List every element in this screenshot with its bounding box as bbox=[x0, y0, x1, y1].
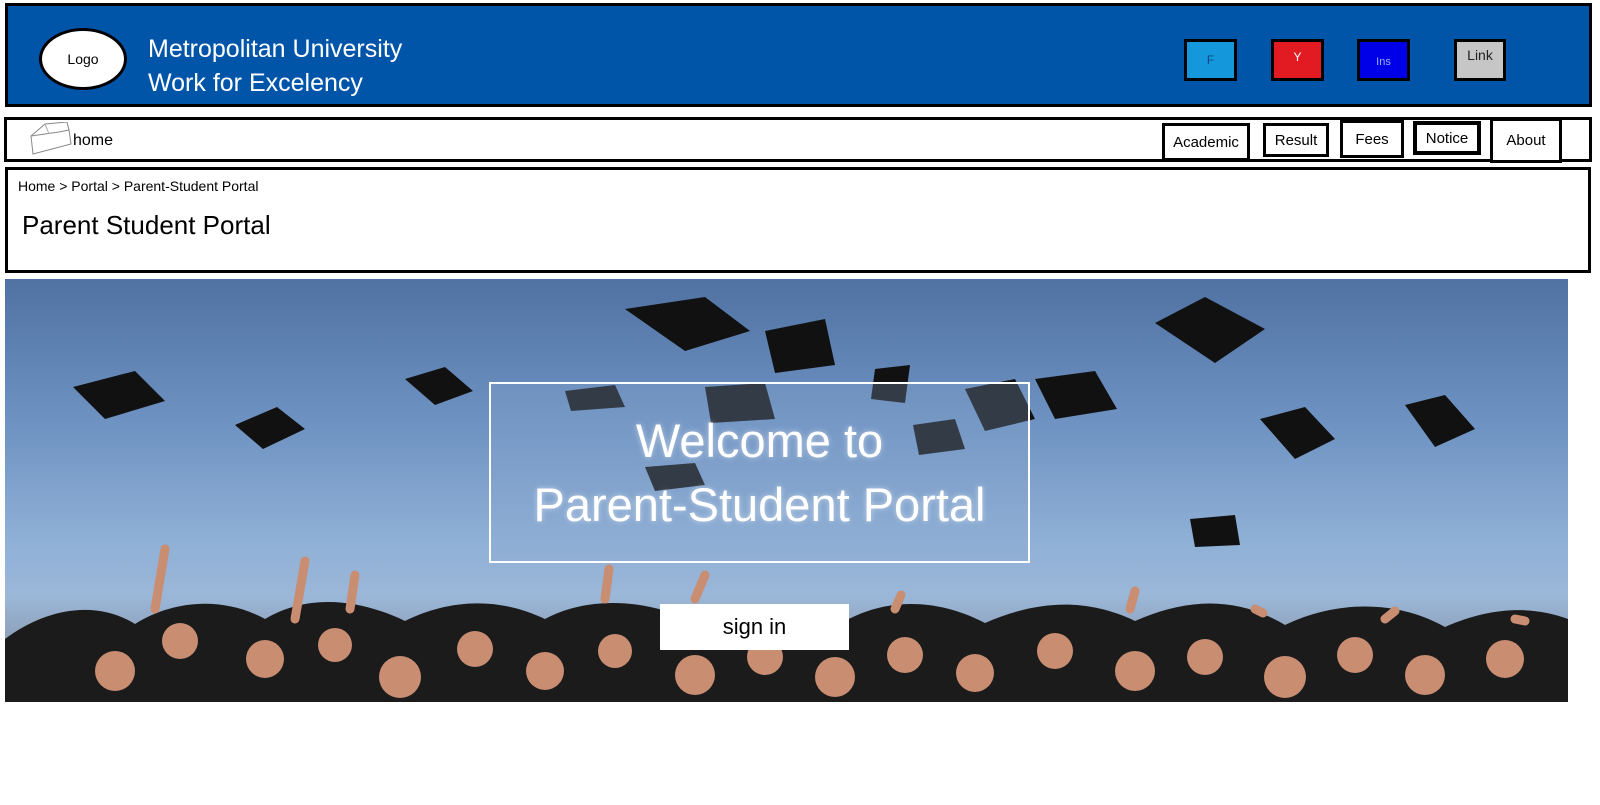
page-header: Home > Portal > Parent-Student Portal Pa… bbox=[5, 167, 1591, 273]
home-icon[interactable] bbox=[29, 122, 73, 158]
linkedin-label: Link bbox=[1467, 47, 1493, 63]
page-title: Parent Student Portal bbox=[22, 210, 271, 240]
breadcrumb[interactable]: Home > Portal > Parent-Student Portal bbox=[18, 178, 258, 194]
nav-home-link[interactable]: home bbox=[73, 132, 113, 150]
facebook-label: F bbox=[1206, 53, 1215, 67]
sign-in-button[interactable]: sign in bbox=[660, 604, 849, 650]
nav-academic[interactable]: Academic bbox=[1162, 123, 1250, 161]
welcome-line-1: Welcome to bbox=[635, 413, 884, 467]
university-tagline: Work for Excelency bbox=[148, 69, 363, 97]
nav-fees[interactable]: Fees bbox=[1340, 120, 1404, 158]
nav-result[interactable]: Result bbox=[1263, 123, 1329, 157]
welcome-line-2: Parent-Student Portal bbox=[533, 477, 986, 531]
welcome-banner: Welcome to Parent-Student Portal bbox=[489, 382, 1030, 563]
logo-label: Logo bbox=[67, 51, 99, 67]
linkedin-icon[interactable]: Link bbox=[1454, 39, 1506, 81]
site-header: Logo Metropolitan University Work for Ex… bbox=[5, 3, 1592, 107]
instagram-label: Ins bbox=[1376, 56, 1391, 68]
youtube-icon[interactable]: Y bbox=[1271, 39, 1324, 81]
hero-banner: Welcome to Parent-Student Portal sign in bbox=[5, 279, 1568, 702]
main-nav: home Academic Result Fees Notice About bbox=[4, 117, 1592, 163]
university-name: Metropolitan University bbox=[148, 35, 403, 63]
instagram-icon[interactable]: Ins bbox=[1357, 39, 1410, 81]
nav-about[interactable]: About bbox=[1490, 118, 1562, 163]
facebook-icon[interactable]: F bbox=[1184, 39, 1237, 81]
logo[interactable]: Logo bbox=[39, 28, 127, 90]
university-branding: Metropolitan University Work for Excelen… bbox=[148, 32, 402, 100]
youtube-label: Y bbox=[1293, 50, 1302, 64]
nav-notice[interactable]: Notice bbox=[1413, 121, 1481, 155]
